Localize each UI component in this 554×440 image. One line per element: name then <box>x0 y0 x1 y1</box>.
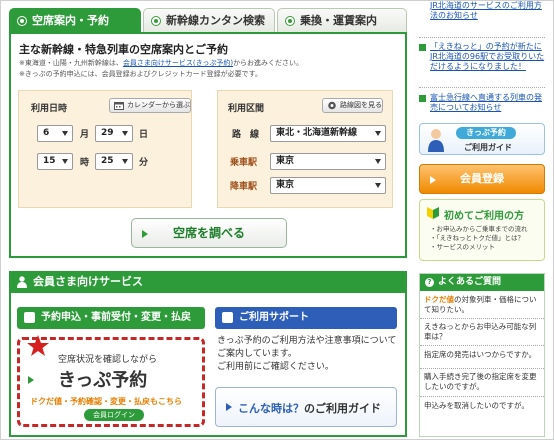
hour-select[interactable]: 15 <box>37 153 73 170</box>
person-icon <box>428 129 444 152</box>
hour-unit: 時 <box>80 158 90 168</box>
circle-icon <box>151 16 161 26</box>
ticket-icon <box>24 312 35 323</box>
support-bar: ご利用サポート <box>215 307 397 329</box>
dropdown-arrow-icon <box>375 159 381 164</box>
reservation-bar: 予約申込・事前受付・変更・払戻 <box>17 307 205 329</box>
first-time-list: ・お申込みからご乗車までの流れ ・「えきねっとトクだ値」とは？ ・サービスのメリ… <box>430 225 528 251</box>
tab-transfer-fare[interactable]: 乗換・運賃案内 <box>277 8 407 32</box>
news-item[interactable]: 「えきねっと」の予約が新たにJR北海道の96駅でお受取りいただけるようになりまし… <box>419 42 545 72</box>
arrow-right-icon <box>430 176 436 184</box>
month-select[interactable]: 6 <box>37 125 73 142</box>
guide-banner-title: きっぷ予約 <box>456 127 516 139</box>
kippu-title: きっぷ予約 <box>58 370 148 391</box>
divider <box>420 318 544 319</box>
route-map-icon <box>328 101 336 110</box>
tab-label: 新幹線カンタン検索 <box>166 14 265 27</box>
day-unit: 日 <box>139 130 149 140</box>
faq-item[interactable]: 申込みを取消したいのですが。 <box>424 401 542 411</box>
circle-icon <box>285 16 295 26</box>
member-service-link[interactable]: 会員さま向けサービス(きっぷ予約) <box>123 59 233 67</box>
datetime-box: 利用日時 カレンダーから選ぶ 6 月 29 日 15 時 25 分 <box>18 90 192 208</box>
tab-seat-reservation[interactable]: 空席案内・予約 <box>9 8 141 32</box>
dropdown-arrow-icon <box>122 159 128 164</box>
faq-item[interactable]: 購入手続き完了後の指定席を変更したいのですが。 <box>424 372 542 392</box>
datetime-label: 利用日時 <box>31 104 68 114</box>
faq-item[interactable]: えきねっとからお申込み可能な列車は？ <box>424 322 542 342</box>
alight-station-label: 降車駅 <box>230 182 258 192</box>
divider <box>420 345 544 346</box>
book-icon <box>222 312 233 323</box>
minute-unit: 分 <box>139 158 149 168</box>
day-select[interactable]: 29 <box>95 125 133 142</box>
panel-title: 主な新幹線・特急列車の空席案内とご予約 <box>19 43 228 56</box>
dropdown-arrow-icon <box>62 159 68 164</box>
bullet-icon <box>419 95 426 102</box>
news-item[interactable]: 富士急行線へ直通する列車の発売についてお知らせ <box>419 93 545 113</box>
usage-guide-label: こんな時は？のご利用ガイド <box>238 402 381 415</box>
arrow-right-icon <box>28 376 34 384</box>
member-login-button[interactable]: 会員ログイン <box>84 409 144 421</box>
seat-search-panel: 主な新幹線・特急列車の空席案内とご予約 ※東海道・山陽・九州新幹線は、会員さま向… <box>9 32 407 258</box>
calendar-button[interactable]: カレンダーから選ぶ <box>109 98 191 113</box>
kippu-subtitle: 空席状況を確認しながら <box>58 355 158 365</box>
minute-select[interactable]: 25 <box>95 153 133 170</box>
tab-bar: 空席案内・予約 新幹線カンタン検索 乗換・運賃案内 <box>9 8 407 32</box>
board-station-label: 乗車駅 <box>230 158 258 168</box>
note-shinkansen: ※東海道・山陽・九州新幹線は、会員さま向けサービス(きっぷ予約)からお進みくださ… <box>19 59 304 67</box>
kippu-reservation-card[interactable]: 空席状況を確認しながら きっぷ予約 ドクだ値・予約確認・変更・払戻もこちら 会員… <box>17 335 205 427</box>
usage-guide-banner[interactable]: きっぷ予約 ご利用ガイド <box>419 123 545 155</box>
calendar-icon <box>114 102 124 110</box>
route-map-button[interactable]: 路線図を見る <box>322 98 383 113</box>
dropdown-arrow-icon <box>62 131 68 136</box>
page-frame: 空席案内・予約 新幹線カンタン検索 乗換・運賃案内 主な新幹線・特急列車の空席案… <box>0 0 554 440</box>
tab-shinkansen-search[interactable]: 新幹線カンタン検索 <box>143 8 275 32</box>
arrow-right-icon <box>142 230 148 238</box>
first-time-user-card[interactable]: 初めてご利用の方 ・お申込みからご乗車までの流れ ・「えきねっとトクだ値」とは？… <box>419 199 545 261</box>
divider <box>419 37 545 38</box>
kippu-note: ドクだ値・予約確認・変更・払戻もこちら <box>30 397 182 406</box>
dropdown-arrow-icon <box>375 183 381 188</box>
beginner-icon <box>427 207 439 219</box>
support-text: きっぷ予約のご利用方法や注意事項についてご案内しています。 ご利用前にご確認くだ… <box>217 336 397 372</box>
month-unit: 月 <box>80 130 90 140</box>
divider <box>420 396 544 397</box>
line-label: 路 線 <box>232 130 260 140</box>
news-item-top[interactable]: JR北海道のサービスのご利用方法のお知らせ <box>419 1 545 21</box>
person-icon <box>17 276 27 288</box>
note-registration: ※きっぷの予約申込には、会員登録およびクレジットカード登録が必要です。 <box>19 70 262 78</box>
usage-guide-card[interactable]: こんな時は？のご利用ガイド <box>215 387 397 427</box>
member-register-button[interactable]: 会員登録 <box>419 164 545 194</box>
circle-icon <box>17 16 27 26</box>
first-time-title: 初めてご利用の方 <box>444 211 524 222</box>
search-seats-button[interactable]: 空席を調べる <box>131 218 287 248</box>
tab-label: 乗換・運賃案内 <box>300 14 377 27</box>
route-box: 利用区間 路線図を見る 路 線 東北・北海道新幹線 乗車駅 東京 降車駅 東京 <box>217 90 393 208</box>
faq-header: ? よくあるご質問 <box>420 274 544 291</box>
alight-station-select[interactable]: 東京 <box>270 177 386 194</box>
dropdown-arrow-icon <box>375 131 381 136</box>
line-select[interactable]: 東北・北海道新幹線 <box>270 125 386 142</box>
member-services-header: 会員さま向けサービス <box>9 271 407 293</box>
bullet-icon <box>419 44 426 51</box>
question-icon: ? <box>425 278 434 287</box>
faq-item[interactable]: ドクだ値の対象列車・価格について知りたい。 <box>424 295 542 315</box>
divider <box>419 87 545 88</box>
guide-banner-subtitle: ご利用ガイド <box>464 143 512 152</box>
dropdown-arrow-icon <box>122 131 128 136</box>
faq-item[interactable]: 指定席の発売はいつからですか。 <box>424 350 542 360</box>
star-icon <box>27 335 49 356</box>
tab-label: 空席案内・予約 <box>32 14 109 27</box>
arrow-right-icon <box>226 403 232 411</box>
section-label: 利用区間 <box>228 104 265 114</box>
divider <box>420 368 544 369</box>
board-station-select[interactable]: 東京 <box>270 153 386 170</box>
faq-box: ? よくあるご質問 ドクだ値の対象列車・価格について知りたい。 えきねっとからお… <box>419 273 545 437</box>
